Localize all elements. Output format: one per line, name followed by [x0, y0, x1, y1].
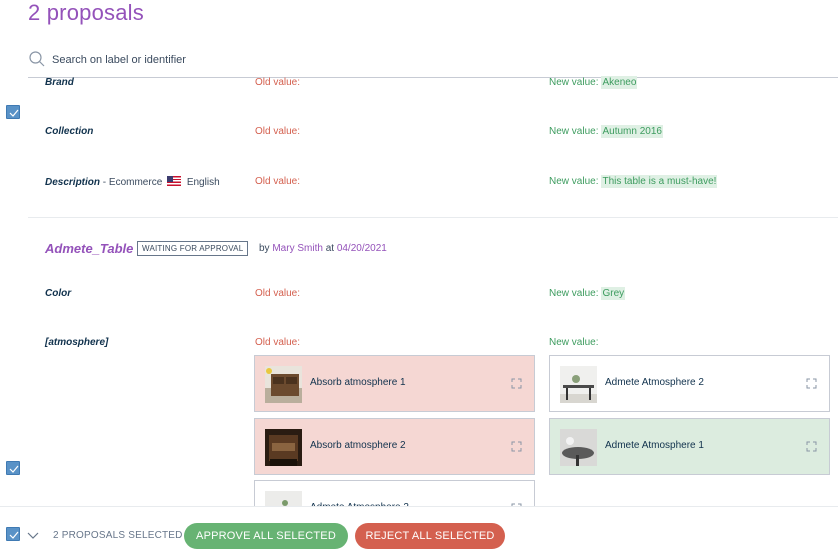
new-value-brand: New value: Akeneo: [549, 76, 638, 89]
at-label: at: [325, 243, 335, 254]
us-flag-icon: [167, 176, 182, 186]
new-value-label: New value:: [549, 126, 599, 137]
asset-name: Admete Atmosphere 1: [605, 440, 704, 451]
expand-icon[interactable]: [511, 378, 522, 389]
page-title: 2 proposals: [28, 0, 144, 25]
old-value-label: Old value:: [255, 176, 301, 187]
attribute-label-description: Description - Ecommerce English: [45, 176, 220, 188]
new-value-text: Grey: [601, 287, 626, 300]
asset-name: Admete Atmosphere 2: [605, 377, 704, 388]
select-all-checkbox[interactable]: [6, 527, 20, 541]
new-value-label: New value:: [549, 77, 599, 88]
new-asset-card[interactable]: Admete Atmosphere 2: [549, 355, 830, 412]
new-value-color: New value: Grey: [549, 287, 626, 300]
new-value-text: Akeneo: [601, 76, 638, 89]
new-asset-card[interactable]: Admete Atmosphere 1: [549, 418, 830, 475]
search-bar: [28, 50, 838, 78]
expand-icon[interactable]: [511, 441, 522, 452]
chevron-down-icon[interactable]: [27, 531, 39, 543]
expand-icon[interactable]: [806, 441, 817, 452]
new-value-label: New value:: [549, 337, 599, 348]
checkmark-icon: [9, 109, 19, 117]
attribute-label-color: Color: [45, 288, 72, 299]
selected-count: 2 PROPOSALS SELECTED: [53, 530, 183, 541]
attribute-label-brand: Brand: [45, 77, 74, 88]
channel-label: Ecommerce: [108, 177, 163, 188]
asset-thumbnail: [265, 366, 302, 403]
selection-footer: 2 PROPOSALS SELECTED APPROVE ALL SELECTE…: [0, 506, 838, 555]
attribute-label-collection: Collection: [45, 126, 94, 137]
old-value-label: Old value:: [255, 288, 301, 299]
proposal-divider: [28, 217, 838, 218]
attribute-label-atmosphere: [atmosphere]: [45, 337, 109, 348]
reject-all-button[interactable]: REJECT ALL SELECTED: [355, 523, 505, 549]
new-value-collection: New value: Autumn 2016: [549, 125, 663, 138]
search-icon: [28, 50, 46, 68]
new-value-text: This table is a must-have!: [601, 175, 718, 188]
proposal-checkbox[interactable]: [6, 105, 20, 119]
author-name: Mary Smith: [272, 243, 323, 254]
expand-icon[interactable]: [806, 378, 817, 389]
checkmark-icon: [9, 465, 19, 473]
old-value-label: Old value:: [255, 126, 301, 137]
search-input[interactable]: [52, 52, 652, 68]
product-link[interactable]: Admete_Table: [45, 241, 133, 256]
old-asset-card[interactable]: Absorb atmosphere 1: [254, 355, 535, 412]
attribute-name: Description: [45, 177, 101, 188]
old-value-label: Old value:: [255, 77, 301, 88]
asset-thumbnail: [265, 429, 302, 466]
proposal-author: by Mary Smith at 04/20/2021: [259, 243, 387, 254]
new-value-label: New value:: [549, 176, 599, 187]
asset-thumbnail: [560, 429, 597, 466]
proposal-checkbox[interactable]: [6, 461, 20, 475]
new-value-text: Autumn 2016: [601, 125, 663, 138]
locale-label: English: [186, 177, 220, 188]
old-asset-card[interactable]: Absorb atmosphere 2: [254, 418, 535, 475]
asset-name: Absorb atmosphere 1: [310, 377, 406, 388]
new-value-description: New value: This table is a must-have!: [549, 175, 718, 188]
old-value-label: Old value:: [255, 337, 301, 348]
new-value-label: New value:: [549, 288, 599, 299]
checkmark-icon: [9, 531, 19, 539]
status-badge: WAITING FOR APPROVAL: [137, 241, 249, 256]
by-label: by: [259, 243, 270, 254]
asset-thumbnail: [560, 366, 597, 403]
approve-all-button[interactable]: APPROVE ALL SELECTED: [184, 523, 348, 549]
asset-name: Absorb atmosphere 2: [310, 440, 406, 451]
proposal-date: 04/20/2021: [336, 243, 387, 254]
